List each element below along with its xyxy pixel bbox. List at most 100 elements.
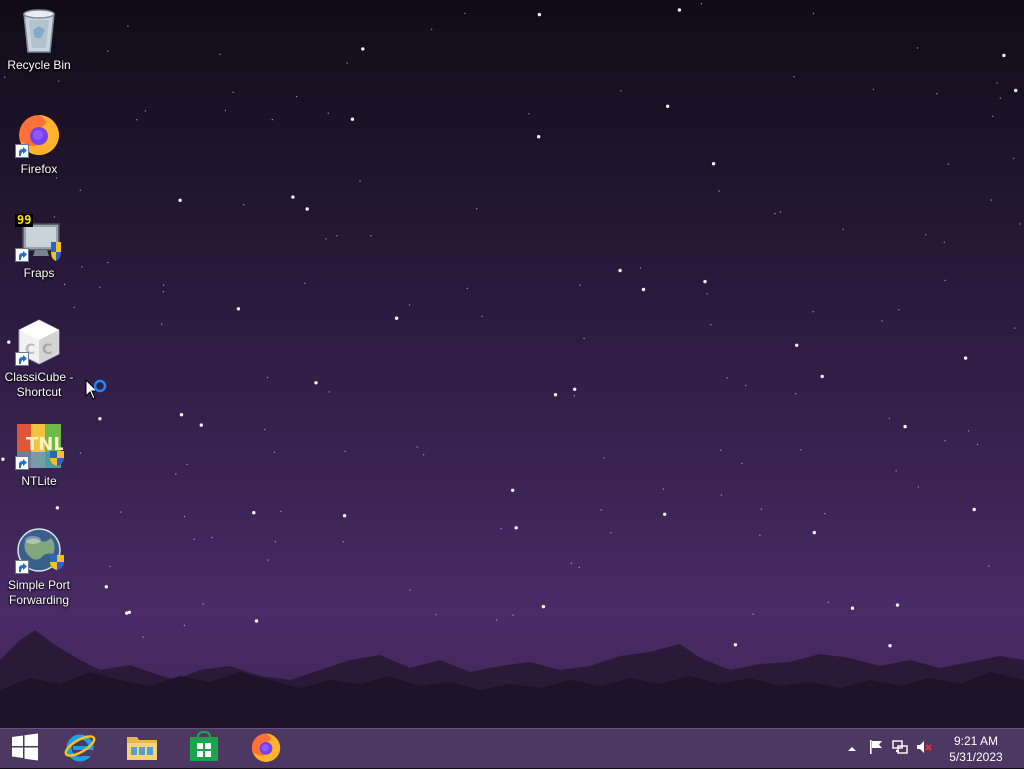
star <box>107 261 109 264</box>
star <box>422 454 425 456</box>
star <box>63 283 66 286</box>
store-icon <box>188 730 220 768</box>
volume-muted-icon <box>916 739 932 760</box>
star <box>99 286 101 288</box>
star <box>264 428 266 431</box>
action-center-button[interactable] <box>868 739 884 760</box>
star <box>271 118 274 121</box>
clock-button[interactable]: 9:21 AM 5/31/2023 <box>944 733 1008 765</box>
star <box>639 267 642 269</box>
star <box>898 309 900 311</box>
desktop-icon-firefox[interactable]: Firefox <box>2 110 76 177</box>
flag-icon <box>868 739 884 760</box>
star <box>344 450 346 453</box>
star <box>224 109 227 112</box>
desktop-icon-ntlite[interactable]: TNL NTLite <box>2 422 76 489</box>
star <box>236 307 241 311</box>
fps-counter: 99 <box>15 213 34 227</box>
star <box>500 528 502 530</box>
firefox-icon <box>15 110 63 158</box>
star <box>881 320 883 322</box>
uac-shield-icon <box>49 449 65 472</box>
star <box>55 177 58 179</box>
star <box>812 530 816 535</box>
ntlite-icon: TNL <box>15 422 65 472</box>
desktop-icon-label: ClassiCube - Shortcut <box>4 370 74 399</box>
star <box>178 198 182 202</box>
recycle-bin-icon <box>15 6 63 54</box>
star <box>81 266 83 268</box>
star <box>232 91 234 94</box>
star <box>466 287 468 290</box>
star <box>972 507 976 512</box>
star <box>1019 223 1021 225</box>
star <box>537 135 541 139</box>
desktop-icon-classicube[interactable]: C C ClassiCube - Shortcut <box>2 318 76 400</box>
taskbar-firefox-button[interactable] <box>236 729 296 769</box>
star <box>1002 53 1006 58</box>
chevron-up-icon <box>847 740 857 758</box>
star <box>211 536 213 539</box>
star <box>992 115 994 118</box>
star <box>109 565 111 568</box>
star <box>711 162 716 166</box>
start-button[interactable] <box>0 729 50 769</box>
star <box>618 268 622 273</box>
star <box>342 514 347 518</box>
star <box>127 25 129 27</box>
star <box>511 488 515 492</box>
show-hidden-icons-button[interactable] <box>844 741 860 757</box>
star <box>553 393 558 397</box>
star <box>430 28 433 30</box>
taskbar-store-button[interactable] <box>174 729 234 769</box>
star <box>583 337 585 340</box>
star <box>774 212 776 215</box>
star <box>872 88 875 91</box>
star <box>464 12 466 15</box>
star <box>336 235 338 237</box>
star <box>703 279 707 284</box>
star <box>79 189 82 191</box>
star <box>327 112 329 114</box>
star <box>710 324 712 326</box>
network-icon <box>892 739 908 760</box>
star <box>888 417 890 419</box>
desktop-icon-label: NTLite <box>21 474 57 488</box>
star <box>812 311 814 313</box>
star <box>243 204 245 206</box>
star <box>528 113 530 115</box>
uac-shield-icon <box>49 553 65 576</box>
star <box>514 526 518 530</box>
star <box>779 211 782 213</box>
star <box>944 440 946 442</box>
star <box>996 82 998 84</box>
star <box>999 97 1002 99</box>
desktop-icon-label: Simple Port Forwarding <box>7 578 71 607</box>
desktop-icon-recycle-bin[interactable]: Recycle Bin <box>2 6 76 73</box>
star <box>359 180 361 182</box>
star <box>274 541 277 543</box>
star <box>120 511 122 513</box>
star <box>990 199 992 201</box>
star <box>573 387 577 391</box>
taskbar-internet-explorer-button[interactable] <box>50 729 110 769</box>
star <box>988 565 990 567</box>
star <box>273 451 276 453</box>
star <box>794 393 797 395</box>
star <box>760 508 762 510</box>
star <box>370 235 372 237</box>
star <box>968 430 970 432</box>
star <box>663 512 667 516</box>
star <box>741 462 743 465</box>
star <box>193 538 195 540</box>
star <box>700 3 703 5</box>
network-button[interactable] <box>892 739 908 760</box>
star <box>706 293 708 295</box>
star <box>603 457 605 459</box>
volume-button[interactable] <box>916 739 932 760</box>
desktop-icon-fraps[interactable]: 99 Fraps <box>2 214 76 281</box>
system-tray: 9:21 AM 5/31/2023 <box>834 729 1024 769</box>
taskbar-file-explorer-button[interactable] <box>112 729 172 769</box>
desktop[interactable]: Recycle Bin Firefox 99 Fraps C C ClassiC… <box>0 0 1024 728</box>
desktop-icon-simple-port-forwarding[interactable]: Simple Port Forwarding <box>2 526 76 608</box>
